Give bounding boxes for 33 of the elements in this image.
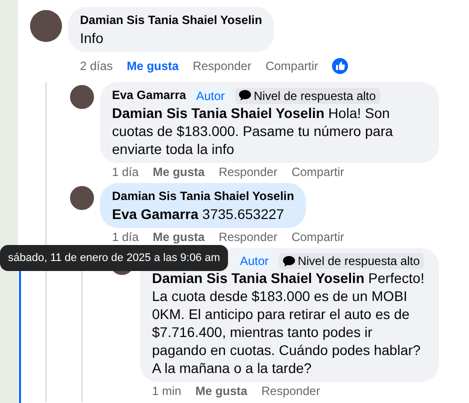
like-link[interactable]: Me gusta [152, 163, 205, 181]
share-link[interactable]: Compartir [265, 57, 318, 75]
thumbs-up-icon[interactable] [332, 58, 348, 74]
speech-bubble-icon [238, 90, 251, 101]
share-link[interactable]: Compartir [291, 163, 344, 181]
author-name[interactable]: Damian Sis Tania Shaiel Yoselin [112, 188, 294, 205]
comment-time[interactable]: 1 día [112, 163, 139, 181]
avatar[interactable] [70, 186, 94, 210]
reply-link[interactable]: Responder [192, 57, 252, 75]
comment-text: Info [80, 29, 104, 47]
author-name[interactable]: Damian Sis Tania Shaiel Yoselin [80, 12, 262, 29]
avatar[interactable] [70, 85, 94, 109]
comment-time[interactable]: 2 días [80, 57, 113, 75]
comment-text: Damian Sis Tania Shaiel Yoselin Perfecto! La cuota desde $183.000 es de un MOBI 0KM. El anticipo para retirar el auto es de $7.716.400, mientras tanto podes ir pagando en cuotas. Cuándo podes hablar? A la mañana o a la tarde? [152, 269, 426, 377]
reply-link[interactable]: Responder [261, 382, 320, 400]
reply-link[interactable]: Responder [218, 163, 278, 181]
like-link[interactable]: Me gusta [195, 382, 248, 400]
comment-time[interactable]: 1 min [152, 382, 182, 400]
share-link[interactable]: Compartir [291, 228, 344, 246]
responder-badge: Nivel de respuesta alto [234, 88, 380, 104]
reply-link[interactable]: Responder [218, 228, 278, 246]
author-badge: Autor [236, 253, 273, 269]
author-name[interactable]: Eva Gamarra [112, 87, 186, 104]
avatar[interactable] [30, 10, 62, 42]
comment-text: Damian Sis Tania Shaiel Yoselin Hola! Son cuotas de $183.000. Pasame tu número para enviarte toda la info [112, 104, 394, 158]
comment-time[interactable]: 1 día [112, 228, 139, 246]
author-badge: Autor [192, 88, 229, 104]
tooltip: sábado, 11 de enero de 2025 a las 9:06 am [0, 245, 228, 271]
like-link[interactable]: Me gusta [152, 228, 205, 246]
comment-text: Eva Gamarra 3735.653227 [112, 205, 286, 223]
responder-badge: Nivel de respuesta alto [278, 253, 424, 269]
speech-bubble-icon [282, 256, 295, 266]
like-link[interactable]: Me gusta [126, 57, 179, 75]
